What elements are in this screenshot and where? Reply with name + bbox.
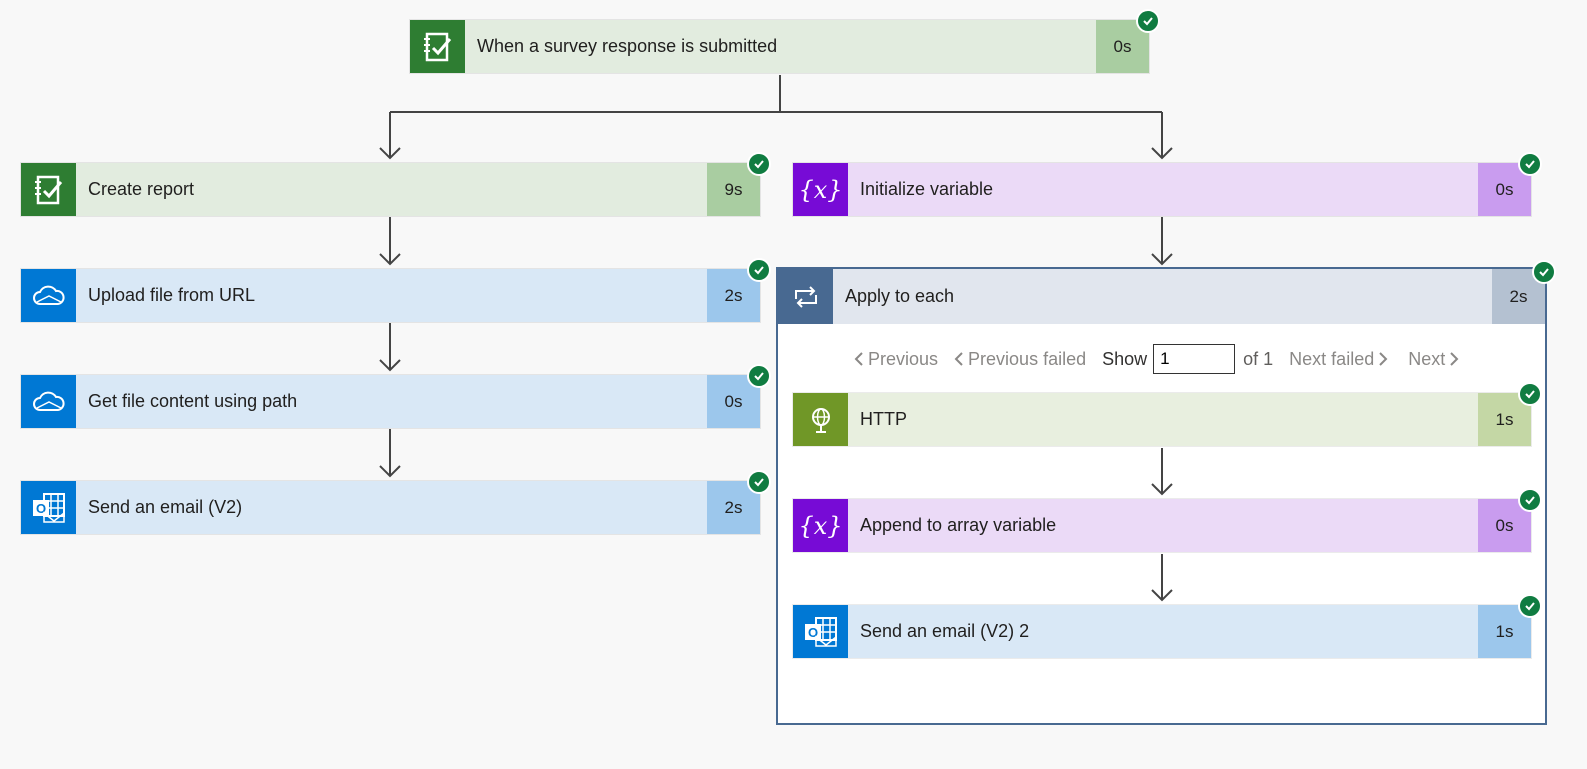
onedrive-icon <box>21 269 76 322</box>
action-label: Send an email (V2) <box>76 481 707 534</box>
forms-icon <box>21 163 76 216</box>
apply-to-each-header[interactable]: Apply to each 2s <box>778 269 1545 324</box>
next-failed-button[interactable]: Next failed <box>1289 349 1388 370</box>
next-button[interactable]: Next <box>1408 349 1459 370</box>
previous-failed-button[interactable]: Previous failed <box>954 349 1086 370</box>
apply-to-each-label: Apply to each <box>833 269 1492 324</box>
success-check-icon <box>1518 488 1542 512</box>
action-label: Upload file from URL <box>76 269 707 322</box>
success-check-icon <box>1518 594 1542 618</box>
append-array-variable-card[interactable]: {𝑥} Append to array variable 0s <box>792 488 1542 553</box>
variable-icon: {𝑥} <box>793 499 848 552</box>
chevron-right-icon <box>1450 352 1459 366</box>
chevron-right-icon <box>1379 352 1388 366</box>
variable-icon: {𝑥} <box>793 163 848 216</box>
upload-file-card[interactable]: Upload file from URL 2s <box>20 258 771 323</box>
of-count-label: of 1 <box>1243 348 1274 369</box>
onedrive-icon <box>21 375 76 428</box>
outlook-icon: O <box>21 481 76 534</box>
previous-label: Previous <box>868 348 939 369</box>
previous-failed-label: Previous failed <box>968 348 1087 369</box>
success-check-icon <box>1532 260 1556 284</box>
outlook-icon: O <box>793 605 848 658</box>
http-globe-icon <box>793 393 848 446</box>
action-label: Get file content using path <box>76 375 707 428</box>
iteration-input[interactable] <box>1153 344 1236 374</box>
chevron-left-icon <box>854 352 863 366</box>
action-label: Initialize variable <box>848 163 1478 216</box>
chevron-left-icon <box>954 352 963 366</box>
trigger-card[interactable]: When a survey response is submitted 0s <box>409 9 1160 74</box>
next-label: Next <box>1408 348 1446 369</box>
action-label: Create report <box>76 163 707 216</box>
success-check-icon <box>1136 9 1160 33</box>
loop-icon <box>778 269 833 324</box>
action-label: Send an email (V2) 2 <box>848 605 1478 658</box>
http-card[interactable]: HTTP 1s <box>792 382 1542 447</box>
previous-button[interactable]: Previous <box>854 349 938 370</box>
send-email-2-card[interactable]: O Send an email (V2) 2 1s <box>792 594 1542 659</box>
forms-icon <box>410 20 465 73</box>
create-report-card[interactable]: Create report 9s <box>20 152 771 217</box>
get-file-content-card[interactable]: Get file content using path 0s <box>20 364 771 429</box>
success-check-icon <box>747 364 771 388</box>
next-failed-label: Next failed <box>1289 348 1375 369</box>
trigger-label: When a survey response is submitted <box>465 20 1096 73</box>
initialize-variable-card[interactable]: {𝑥} Initialize variable 0s <box>792 152 1542 217</box>
action-label: Append to array variable <box>848 499 1478 552</box>
send-email-card[interactable]: O Send an email (V2) 2s <box>20 470 771 535</box>
success-check-icon <box>747 258 771 282</box>
success-check-icon <box>1518 152 1542 176</box>
success-check-icon <box>747 470 771 494</box>
success-check-icon <box>747 152 771 176</box>
iteration-pager: Previous Previous failed Show of 1 Next … <box>854 344 1459 374</box>
action-label: HTTP <box>848 393 1478 446</box>
show-label: Show <box>1102 348 1148 369</box>
success-check-icon <box>1518 382 1542 406</box>
